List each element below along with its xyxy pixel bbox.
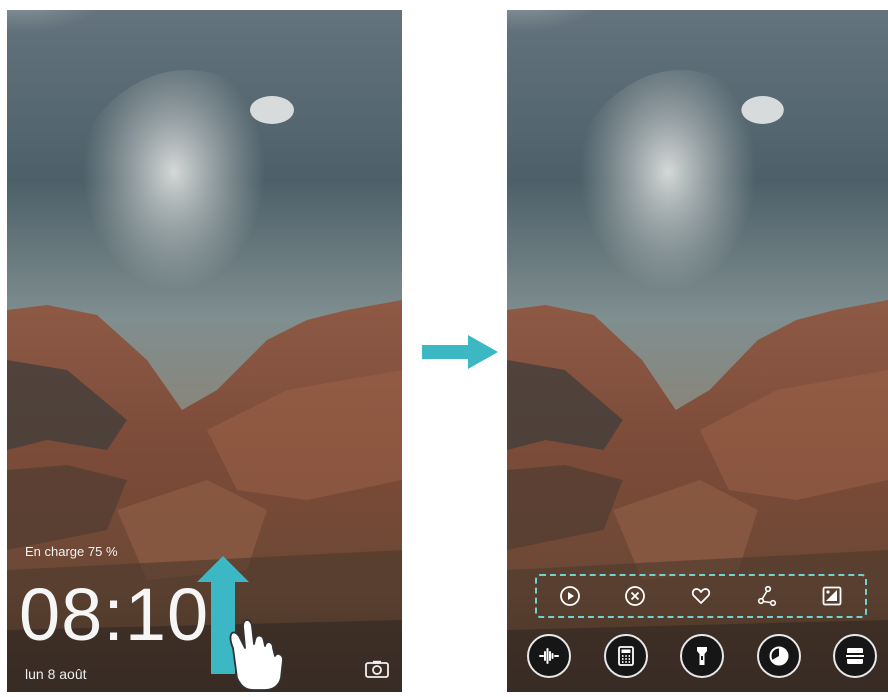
- charging-status: En charge 75 %: [25, 544, 118, 559]
- swipe-up-arrow-icon: [197, 556, 284, 691]
- magazine-shortcut-bar: [535, 574, 867, 618]
- timer-icon: [769, 646, 788, 666]
- quick-actions-row: [527, 628, 877, 684]
- hand-gesture-icon: [229, 619, 284, 691]
- lock-date: lun 8 août: [25, 666, 87, 682]
- play-icon[interactable]: [559, 585, 581, 607]
- lock-clock: 08:10: [19, 573, 210, 656]
- scanner-button[interactable]: [833, 634, 877, 678]
- lock-screen-after: [507, 10, 888, 692]
- calculator-icon: [617, 646, 634, 666]
- camera-icon[interactable]: [365, 660, 389, 678]
- scanner-icon: [846, 648, 864, 664]
- recorder-button[interactable]: [527, 634, 571, 678]
- lock-screen-before: En charge 75 % 08:10 lun 8 août: [7, 10, 402, 692]
- calculator-button[interactable]: [603, 634, 648, 678]
- close-circle-icon[interactable]: [624, 585, 646, 607]
- flashlight-icon: [697, 647, 707, 665]
- recorder-icon: [539, 648, 559, 664]
- share-icon[interactable]: [756, 585, 778, 607]
- heart-icon[interactable]: [690, 585, 712, 607]
- flashlight-button[interactable]: [680, 634, 724, 678]
- gallery-icon[interactable]: [821, 585, 843, 607]
- timer-button[interactable]: [756, 634, 801, 678]
- right-arrow-icon: [422, 335, 498, 369]
